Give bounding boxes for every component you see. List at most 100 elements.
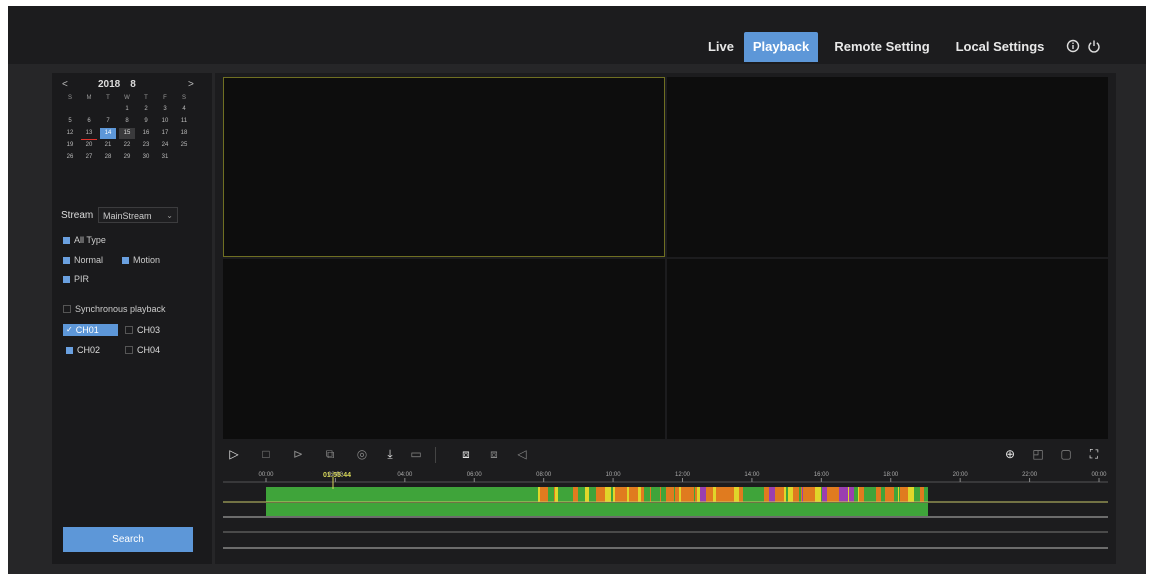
calendar-day-6[interactable]: 6: [81, 116, 97, 127]
download-icon[interactable]: ⤓: [383, 447, 397, 461]
event-segment: [707, 487, 710, 502]
stream-select[interactable]: MainStream ⌄: [98, 207, 178, 223]
video-tile-4[interactable]: [667, 259, 1108, 439]
checkbox-icon: [63, 256, 70, 264]
channel-ch01[interactable]: ✓ CH01: [63, 324, 118, 336]
event-segment: [634, 487, 635, 502]
event-segment: [742, 487, 743, 502]
calendar-day-26[interactable]: 26: [62, 152, 78, 163]
fullscreen-icon[interactable]: ⛶: [1087, 447, 1101, 461]
event-segment: [806, 487, 809, 502]
channel-label: CH04: [137, 345, 161, 355]
calendar-day-16[interactable]: 16: [138, 128, 154, 139]
motion-checkbox[interactable]: Motion: [122, 253, 160, 267]
calendar-day-12[interactable]: 12: [62, 128, 78, 139]
aspect-ratio-icon[interactable]: ◰: [1031, 447, 1045, 461]
play-icon[interactable]: ▷: [227, 447, 241, 461]
normal-checkbox[interactable]: Normal: [63, 253, 103, 267]
calendar-day-2[interactable]: 2: [138, 104, 154, 115]
nav-playback[interactable]: Playback: [744, 32, 818, 62]
calendar-day-5[interactable]: 5: [62, 116, 78, 127]
event-segment: [544, 487, 548, 502]
video-tile-3[interactable]: [223, 259, 665, 439]
checkbox-icon: [63, 305, 71, 313]
calendar-day-21[interactable]: 21: [100, 140, 116, 151]
calendar-day-7[interactable]: 7: [100, 116, 116, 127]
calendar-day-17[interactable]: 17: [157, 128, 173, 139]
calendar-day-15[interactable]: 15: [119, 128, 135, 139]
calendar-day-28[interactable]: 28: [100, 152, 116, 163]
weekday-label: S: [181, 95, 186, 101]
event-segment: [727, 487, 730, 502]
pir-checkbox[interactable]: PIR: [63, 272, 89, 286]
stream-label: Stream: [61, 210, 94, 221]
event-segment: [730, 487, 734, 502]
video-tile-1[interactable]: [223, 77, 665, 257]
event-segment: [739, 487, 742, 502]
checkbox-icon: [66, 346, 73, 354]
calendar-day-8[interactable]: 8: [119, 116, 135, 127]
next-month-button[interactable]: >: [188, 79, 194, 93]
calendar-day-25[interactable]: 25: [176, 140, 192, 151]
calendar-day-11[interactable]: 11: [176, 116, 192, 127]
video-tile-2[interactable]: [667, 77, 1108, 257]
calendar-day-30[interactable]: 30: [138, 152, 154, 163]
calendar-day-10[interactable]: 10: [157, 116, 173, 127]
zoom-in-icon[interactable]: ⊕: [1003, 447, 1017, 461]
synchronous-playback-label: Synchronous playback: [75, 304, 166, 314]
calendar-day-3[interactable]: 3: [157, 104, 173, 115]
event-segment: [650, 487, 651, 502]
calendar-day-31[interactable]: 31: [157, 152, 173, 163]
search-button[interactable]: Search: [63, 527, 193, 552]
synchronous-playback-checkbox[interactable]: Synchronous playback: [63, 302, 166, 316]
event-segment: [635, 487, 638, 502]
channel-ch03[interactable]: CH03: [122, 324, 177, 336]
divider: [435, 447, 436, 463]
prev-month-button[interactable]: <: [62, 79, 68, 93]
event-segment: [627, 487, 629, 502]
event-segment: [827, 487, 829, 502]
calendar-day-24[interactable]: 24: [157, 140, 173, 151]
event-segment: [769, 487, 775, 502]
calendar-day-23[interactable]: 23: [138, 140, 154, 151]
event-segment: [878, 487, 881, 502]
single-view-icon[interactable]: ⧈: [487, 447, 501, 461]
timeline[interactable]: 00:00 02:00 04:00 06:00 08:00 10:00 12:00 14:00…: [223, 469, 1108, 557]
channel-ch04[interactable]: CH04: [122, 344, 177, 356]
checkbox-icon: [63, 236, 70, 244]
calendar-day-22[interactable]: 22: [119, 140, 135, 151]
info-icon[interactable]: [1066, 39, 1080, 53]
calendar-day-4[interactable]: 4: [176, 104, 192, 115]
all-type-checkbox[interactable]: All Type: [63, 233, 106, 247]
snapshot-icon[interactable]: ◎: [355, 447, 369, 461]
calendar-day-20[interactable]: 20: [81, 140, 97, 151]
event-segment: [839, 487, 845, 502]
event-segment: [788, 487, 793, 502]
track-2-normal-record: [266, 503, 928, 516]
calendar-day-29[interactable]: 29: [119, 152, 135, 163]
power-icon[interactable]: [1087, 39, 1101, 53]
nav-local-settings[interactable]: Local Settings: [946, 32, 1054, 62]
stop-icon[interactable]: □: [259, 447, 273, 461]
playback-control-bar: ▷ □ ⊳ ⧉ ◎ ⤓ ▭ ⧈ ⧈ ◁ ⊕ ◰ ▢ ⛶: [223, 443, 1108, 467]
save-icon[interactable]: ▭: [409, 447, 423, 461]
nav-remote-setting[interactable]: Remote Setting: [826, 32, 938, 62]
multi-view-icon[interactable]: ⧈: [459, 447, 473, 461]
calendar-day-13[interactable]: 13: [81, 128, 97, 140]
calendar-day-27[interactable]: 27: [81, 152, 97, 163]
calendar-day-14[interactable]: 14: [100, 128, 116, 139]
timeline-tracks[interactable]: [223, 469, 1108, 557]
calendar-day-18[interactable]: 18: [176, 128, 192, 139]
nav-live[interactable]: Live: [698, 32, 744, 62]
clip-icon[interactable]: ⧉: [323, 447, 337, 461]
event-segment: [626, 487, 627, 502]
volume-icon[interactable]: ◁: [515, 447, 529, 461]
search-sidebar: < 2018 8 > S M T W T F S 1 2 3 4 5 6 7 8 9 10 11 12 13 14 15 1…: [52, 73, 212, 564]
channel-ch02[interactable]: CH02: [63, 344, 118, 356]
calendar-day-9[interactable]: 9: [138, 116, 154, 127]
window-icon[interactable]: ▢: [1059, 447, 1073, 461]
next-frame-icon[interactable]: ⊳: [291, 447, 305, 461]
calendar-day-1[interactable]: 1: [119, 104, 135, 115]
calendar-day-19[interactable]: 19: [62, 140, 78, 151]
event-segment: [888, 487, 890, 502]
